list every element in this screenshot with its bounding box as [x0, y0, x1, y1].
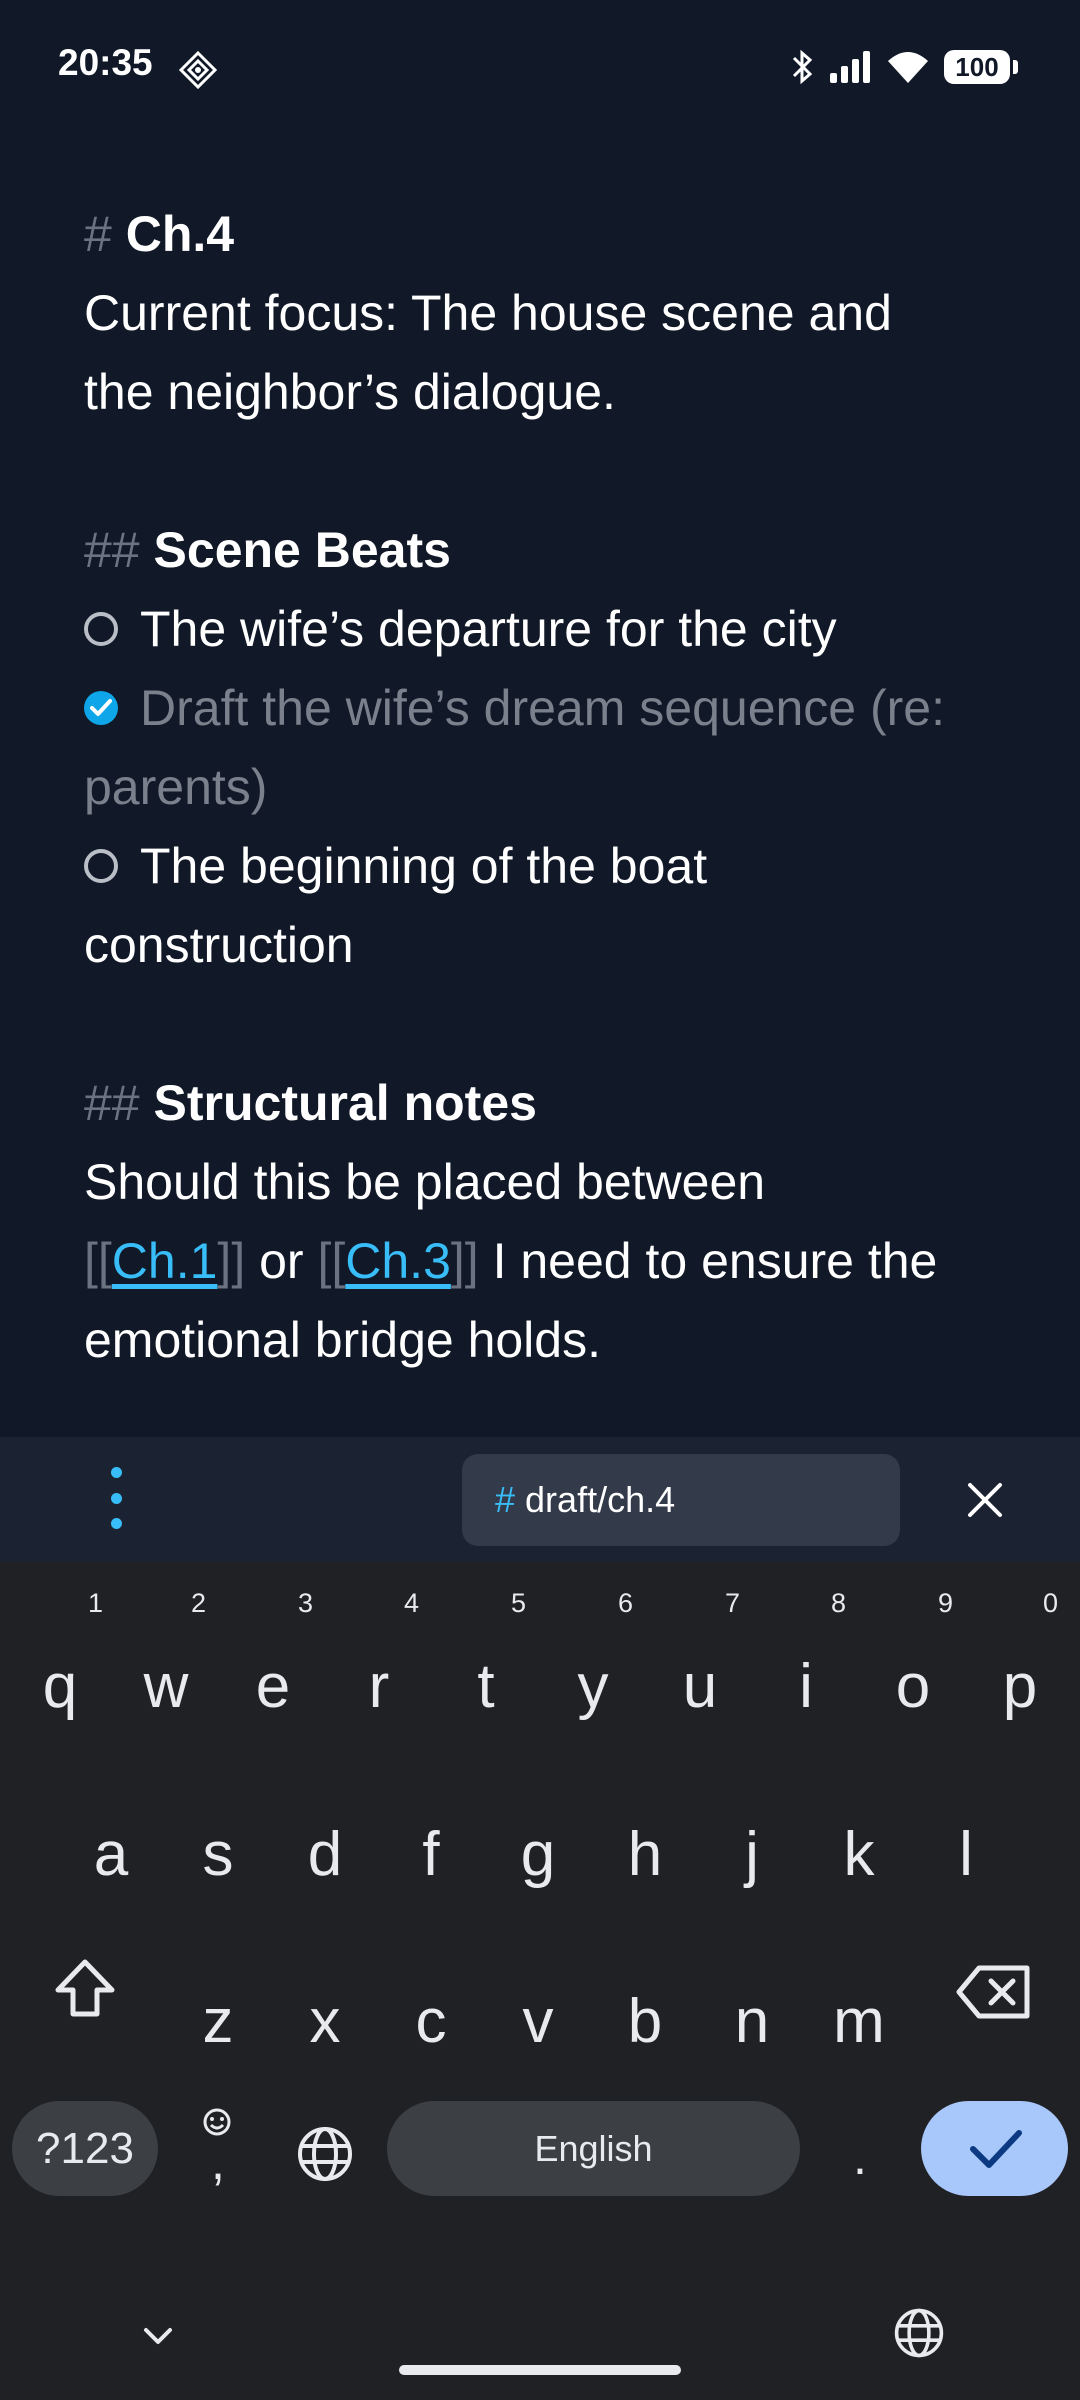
- key-x[interactable]: x: [285, 1982, 365, 2062]
- key-l[interactable]: l: [926, 1815, 1006, 1895]
- globe-icon[interactable]: [296, 2125, 354, 2183]
- task-checkbox[interactable]: [84, 611, 118, 646]
- key-d[interactable]: d: [285, 1815, 365, 1895]
- key-b[interactable]: b: [605, 1982, 685, 2062]
- keyboard: q w e r t y u i o p 1 2 3 4 5 6 7 8 9 0 …: [0, 1562, 1080, 2400]
- focus-line: Current focus: The house scene and: [84, 285, 892, 341]
- key-j[interactable]: j: [712, 1815, 792, 1895]
- heading-marker: ##: [84, 522, 140, 578]
- home-indicator[interactable]: [399, 2365, 681, 2375]
- key-z[interactable]: z: [178, 1982, 258, 2062]
- globe-icon[interactable]: [893, 2307, 945, 2359]
- heading-text: Scene Beats: [153, 522, 451, 578]
- key-hint-7: 7: [725, 1588, 741, 1618]
- notes-line: Should this be placed between: [84, 1154, 766, 1210]
- key-hint-5: 5: [511, 1588, 527, 1618]
- space-key[interactable]: English: [387, 2101, 800, 2196]
- more-options-button[interactable]: [95, 1467, 137, 1529]
- battery-icon: 100: [944, 50, 1018, 84]
- heading-marker: ##: [84, 1075, 140, 1131]
- period-key[interactable]: .: [840, 2117, 880, 2197]
- key-m[interactable]: m: [819, 1982, 899, 2062]
- key-i[interactable]: i: [766, 1647, 846, 1727]
- focus-line: the neighbor’s dialogue.: [84, 364, 616, 420]
- key-u[interactable]: u: [660, 1647, 740, 1727]
- key-hint-8: 8: [831, 1588, 847, 1618]
- wikilink-ch3[interactable]: Ch.3: [345, 1233, 451, 1289]
- key-a[interactable]: a: [71, 1815, 151, 1895]
- key-hint-6: 6: [618, 1588, 634, 1618]
- key-e[interactable]: e: [233, 1647, 313, 1727]
- task-item: The beginning of the boat: [84, 827, 1014, 906]
- task-text: Draft the wife’s dream sequence (re:: [140, 680, 946, 736]
- key-v[interactable]: v: [498, 1982, 578, 2062]
- heading-marker: #: [84, 206, 112, 262]
- symbols-key[interactable]: ?123: [12, 2101, 158, 2196]
- tag-chip[interactable]: # draft/ch.4: [462, 1454, 900, 1546]
- status-time: 20:35: [58, 42, 153, 83]
- status-bar: 20:35 100: [0, 0, 1080, 135]
- key-hint-9: 9: [938, 1588, 954, 1618]
- heading-ch4: # Ch.4: [84, 195, 1014, 274]
- wikilink-ch1[interactable]: Ch.1: [112, 1233, 218, 1289]
- task-item: The wife’s departure for the city: [84, 590, 1014, 669]
- key-s[interactable]: s: [178, 1815, 258, 1895]
- key-hint-2: 2: [191, 1588, 207, 1618]
- close-icon[interactable]: [960, 1475, 1010, 1525]
- task-item: Draft the wife’s dream sequence (re:: [84, 669, 1014, 748]
- task-text-continued: construction: [84, 917, 354, 973]
- key-g[interactable]: g: [498, 1815, 578, 1895]
- key-o[interactable]: o: [873, 1647, 953, 1727]
- heading-text: Structural notes: [153, 1075, 537, 1131]
- dot: [110, 1518, 122, 1529]
- key-t[interactable]: t: [446, 1647, 526, 1727]
- key-hint-0: 0: [1043, 1588, 1059, 1618]
- notes-line: emotional bridge holds.: [84, 1312, 601, 1368]
- backspace-icon[interactable]: [955, 1962, 1035, 2022]
- heading-structural-notes: ## Structural notes: [84, 1064, 1014, 1143]
- key-hint-4: 4: [404, 1588, 420, 1618]
- tag-label: draft/ch.4: [525, 1479, 676, 1520]
- key-r[interactable]: r: [339, 1647, 419, 1727]
- heading-text: Ch.4: [125, 206, 235, 262]
- key-c[interactable]: c: [391, 1982, 471, 2062]
- key-p[interactable]: p: [980, 1647, 1060, 1727]
- task-checkbox-checked[interactable]: [84, 690, 118, 725]
- signal-icon: [830, 51, 870, 83]
- notes-line-links: [[Ch.1]] or [[Ch.3]] I need to ensure th…: [84, 1233, 938, 1289]
- status-icons: 100: [790, 45, 1018, 89]
- key-n[interactable]: n: [712, 1982, 792, 2062]
- task-checkbox[interactable]: [84, 848, 118, 883]
- key-hint-3: 3: [298, 1588, 314, 1618]
- key-k[interactable]: k: [819, 1815, 899, 1895]
- checkmark-icon: [90, 698, 112, 716]
- shift-icon[interactable]: [50, 1954, 120, 2024]
- note-editor[interactable]: # Ch.4 Current focus: The house scene an…: [84, 195, 1014, 1380]
- wifi-icon: [888, 52, 928, 83]
- heading-scene-beats: ## Scene Beats: [84, 511, 1014, 590]
- task-text: The wife’s departure for the city: [140, 601, 837, 657]
- key-h[interactable]: h: [605, 1815, 685, 1895]
- bluetooth-icon: [792, 49, 813, 85]
- dot: [110, 1492, 122, 1504]
- dnd-diamond-icon: [178, 50, 218, 90]
- key-y[interactable]: y: [553, 1647, 633, 1727]
- key-w[interactable]: w: [126, 1647, 206, 1727]
- task-text: The beginning of the boat: [140, 838, 708, 894]
- tag-toolbar: # draft/ch.4: [0, 1437, 1080, 1562]
- dot: [110, 1467, 122, 1478]
- enter-key[interactable]: [921, 2101, 1068, 2196]
- comma-key[interactable]: ,: [198, 2122, 238, 2202]
- check-icon: [969, 2129, 1022, 2168]
- chevron-down-icon[interactable]: [140, 2324, 176, 2348]
- tag-hash-icon: #: [495, 1479, 516, 1520]
- key-f[interactable]: f: [391, 1815, 471, 1895]
- key-hint-1: 1: [88, 1588, 104, 1618]
- key-q[interactable]: q: [20, 1647, 100, 1727]
- task-text-continued: parents): [84, 759, 268, 815]
